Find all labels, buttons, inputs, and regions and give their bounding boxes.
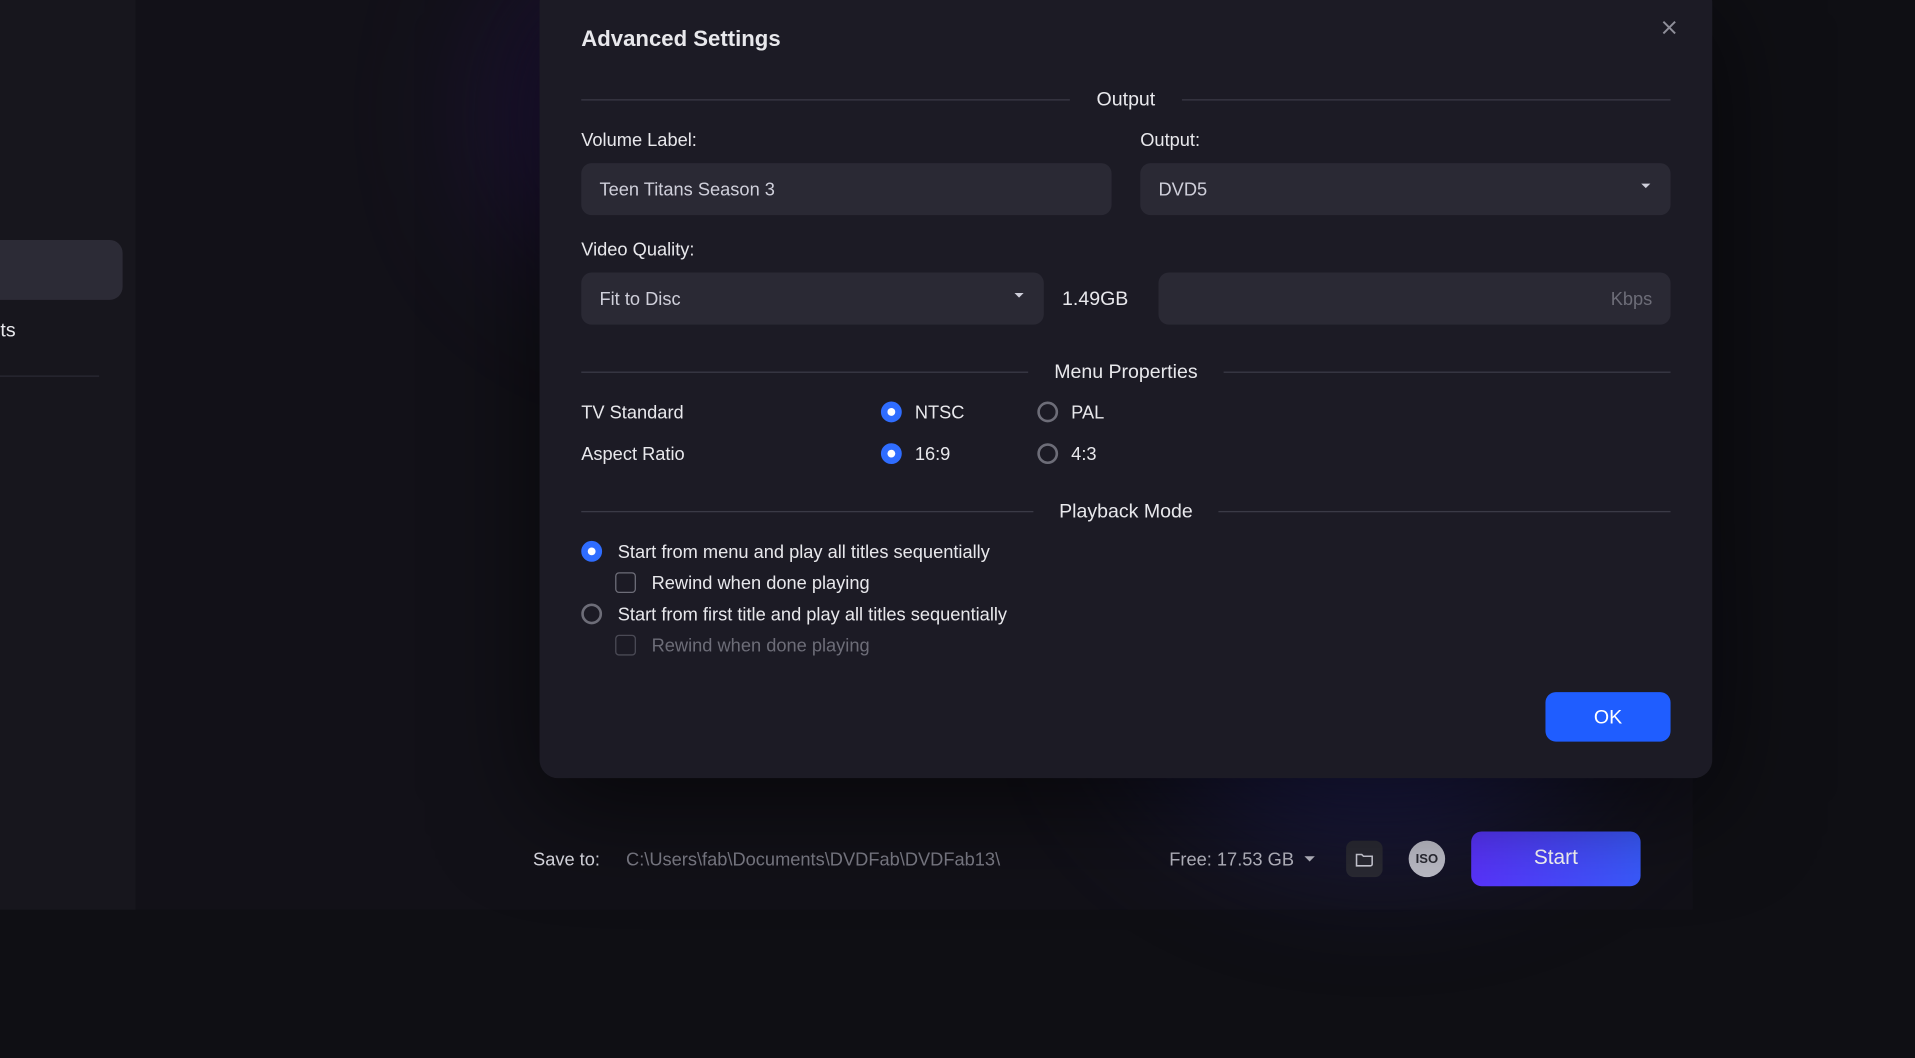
app-window: DVDFab 13.0.0.0 Home Copy Ripper Convert… [0,0,1693,910]
iso-label: ISO [1416,852,1438,866]
section-output: Output [581,89,1670,111]
radio-label: Start from first title and play all titl… [618,603,1007,624]
save-to-label: Save to: [533,848,600,869]
playback-opt-first-title[interactable]: Start from first title and play all titl… [581,603,1670,624]
start-button[interactable]: Start [1471,832,1640,887]
modal-close-icon[interactable] [1658,16,1681,46]
sidebar-item-copy[interactable]: Copy [0,60,123,120]
tv-standard-lbl: TV Standard [581,402,881,423]
checkbox-label: Rewind when done playing [652,572,870,593]
aspect-43-radio[interactable]: 4:3 [1037,443,1193,464]
checkbox-label: Rewind when done playing [652,635,870,656]
nav: Home Copy Ripper Converter Creator DVDFa… [0,0,136,590]
video-quality-lbl: Video Quality: [581,239,1670,260]
sidebar-item-converter[interactable]: Converter [0,180,123,240]
chevron-down-icon [1637,177,1655,202]
sidebar-item-finished[interactable]: Finished [0,452,123,512]
sidebar-item-home[interactable]: Home [0,0,123,60]
aspect-169-radio[interactable]: 16:9 [881,443,1037,464]
radio-label: NTSC [915,402,965,423]
folder-button[interactable] [1346,841,1382,877]
output-lbl: Output: [1140,129,1670,150]
section-label: Playback Mode [1059,501,1193,523]
nav-separator [0,375,99,376]
radio-label: Start from menu and play all titles sequ… [618,541,990,562]
sidebar-item-ripper[interactable]: Ripper [0,120,123,180]
section-label: Menu Properties [1054,361,1197,383]
output-value: DVD5 [1158,179,1207,200]
advanced-settings-modal: Advanced Settings Output Volume Label: O… [540,0,1713,778]
radio-label: 4:3 [1071,443,1096,464]
footer: Save to: C:\Users\fab\Documents\DVDFab\D… [533,832,1641,887]
save-path: C:\Users\fab\Documents\DVDFab\DVDFab13\ [626,848,1000,869]
sidebar-item-creator[interactable]: Creator [0,240,123,300]
section-label: Output [1097,89,1156,111]
radio-label: PAL [1071,402,1104,423]
volume-label-lbl: Volume Label: [581,129,1111,150]
chevron-down-icon [1010,286,1028,311]
main-area: Ready to Start 3 / 4.20 GB Save to: C:\U… [136,0,1693,910]
modal-title: Advanced Settings [581,26,1670,52]
section-playback: Playback Mode [581,501,1670,523]
iso-button[interactable]: ISO [1409,841,1445,877]
playback-opt-menu[interactable]: Start from menu and play all titles sequ… [581,541,1670,562]
start-label: Start [1534,847,1578,870]
output-select[interactable]: DVD5 [1140,163,1670,215]
ok-button[interactable]: OK [1545,692,1670,742]
sidebar-item-processing[interactable]: Processing [0,392,123,452]
radio-label: 16:9 [915,443,951,464]
video-quality-value: Fit to Disc [599,288,680,309]
rewind-checkbox-2: Rewind when done playing [615,635,1670,656]
tv-pal-radio[interactable]: PAL [1037,402,1193,423]
volume-label-input[interactable] [581,163,1111,215]
free-text: Free: 17.53 GB [1169,848,1294,869]
tv-ntsc-radio[interactable]: NTSC [881,402,1037,423]
output-size: 1.49GB [1062,288,1140,310]
section-menu: Menu Properties [581,361,1670,383]
rewind-checkbox-1[interactable]: Rewind when done playing [615,572,1670,593]
bitrate-input[interactable] [1158,273,1670,325]
sidebar: DVDFab 13.0.0.0 Home Copy Ripper Convert… [0,0,136,910]
sidebar-item-products[interactable]: DVDFab Products [0,300,123,360]
folder-icon [1354,848,1375,869]
ok-label: OK [1594,706,1622,728]
sidebar-item-archived[interactable]: Archived [0,512,123,572]
video-quality-select[interactable]: Fit to Disc [581,273,1044,325]
chevron-down-icon [1299,848,1320,869]
kbps-unit: Kbps [1611,288,1653,309]
aspect-ratio-lbl: Aspect Ratio [581,443,881,464]
sidebar-item-label: DVDFab Products [0,319,16,341]
free-space[interactable]: Free: 17.53 GB [1169,848,1320,869]
